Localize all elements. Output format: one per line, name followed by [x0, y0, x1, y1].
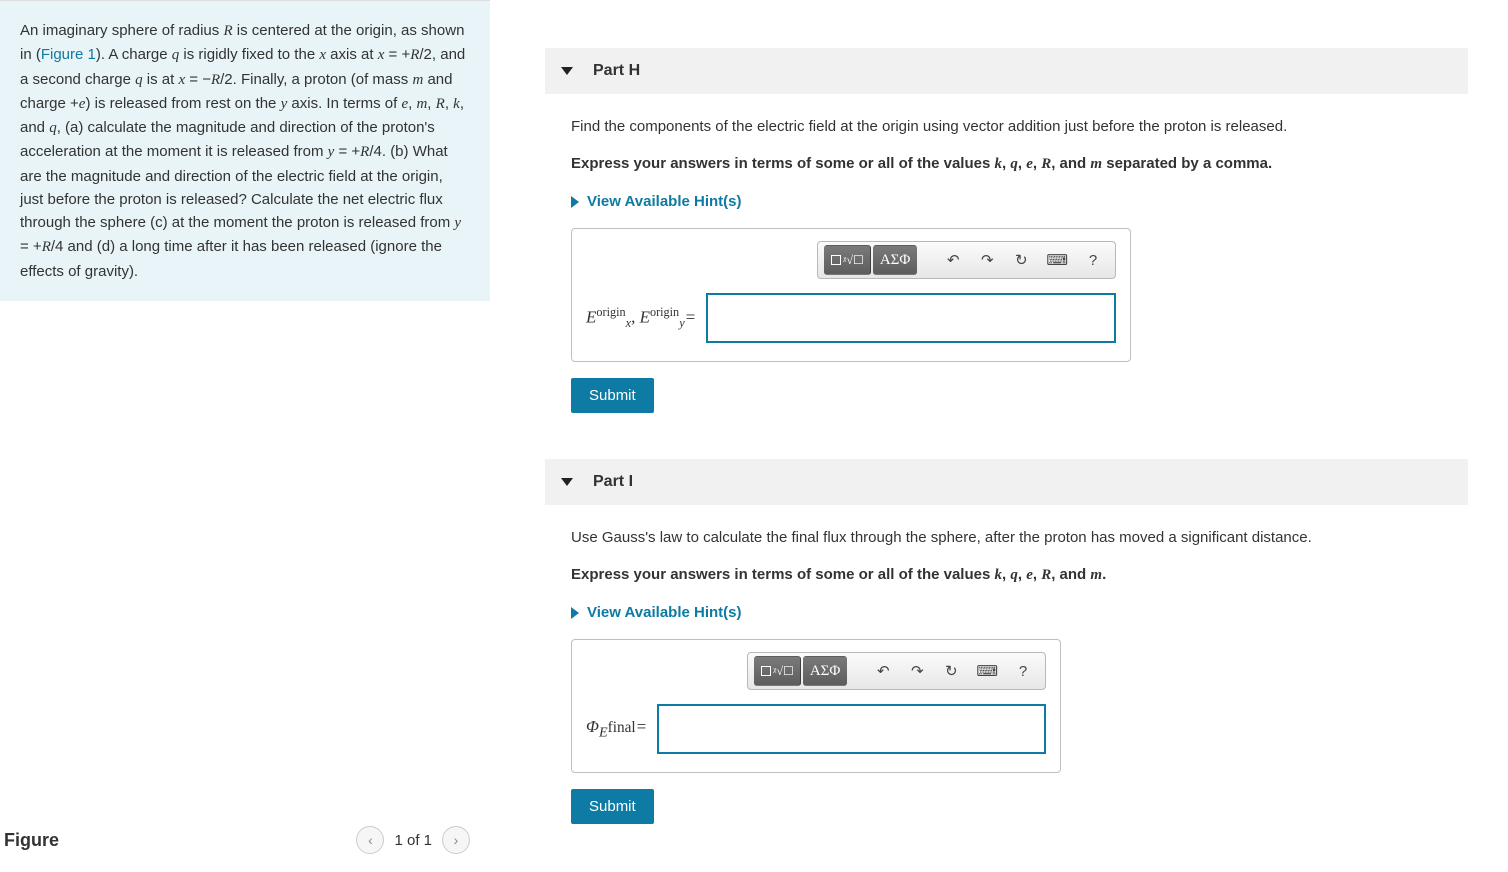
part-i-answer-input[interactable] [657, 704, 1046, 754]
part-i-answer-label: ΦEfinal= [586, 717, 657, 741]
redo-button[interactable]: ↷ [971, 245, 1003, 275]
equation-toolbar: ᵡ√☐ ΑΣΦ ↶ ↷ ↻ ⌨ ? [817, 241, 1116, 279]
right-panel: Part H Find the components of the electr… [490, 0, 1508, 872]
part-h-answer-input[interactable] [706, 293, 1116, 343]
part-i-submit-button[interactable]: Submit [571, 789, 654, 824]
figure-page-label: 1 of 1 [394, 832, 432, 849]
caret-down-icon [561, 478, 573, 486]
figure-pager: ‹ 1 of 1 › [356, 826, 470, 854]
part-i-title: Part I [593, 473, 633, 491]
part-i-answer-area: ᵡ√☐ ΑΣΦ ↶ ↷ ↻ ⌨ ? ΦEfinal= [571, 639, 1061, 773]
template-button[interactable]: ᵡ√☐ [754, 656, 801, 686]
figure-bar: Figure ‹ 1 of 1 › [0, 826, 490, 872]
figure-next-button[interactable]: › [442, 826, 470, 854]
part-h-title: Part H [593, 62, 640, 80]
caret-down-icon [561, 67, 573, 75]
undo-button[interactable]: ↶ [937, 245, 969, 275]
greek-button[interactable]: ΑΣΦ [873, 245, 918, 275]
caret-right-icon [571, 196, 579, 208]
part-i-header[interactable]: Part I [545, 459, 1468, 505]
part-h-instruction: Express your answers in terms of some or… [571, 153, 1442, 176]
hints-label: View Available Hint(s) [587, 604, 742, 621]
reset-button[interactable]: ↻ [935, 656, 967, 686]
part-i-hints-toggle[interactable]: View Available Hint(s) [571, 604, 742, 621]
reset-button[interactable]: ↻ [1005, 245, 1037, 275]
hints-label: View Available Hint(s) [587, 193, 742, 210]
problem-statement: An imaginary sphere of radius R is cente… [0, 1, 490, 301]
part-i: Part I Use Gauss's law to calculate the … [545, 459, 1468, 830]
part-h-prompt: Find the components of the electric fiel… [571, 116, 1442, 139]
equation-toolbar: ᵡ√☐ ΑΣΦ ↶ ↷ ↻ ⌨ ? [747, 652, 1046, 690]
part-h: Part H Find the components of the electr… [545, 48, 1468, 419]
part-h-answer-label: Eoriginx, Eoriginy= [586, 305, 706, 331]
help-button[interactable]: ? [1007, 656, 1039, 686]
figure-prev-button[interactable]: ‹ [356, 826, 384, 854]
help-button[interactable]: ? [1077, 245, 1109, 275]
part-h-body: Find the components of the electric fiel… [545, 94, 1468, 419]
left-panel: An imaginary sphere of radius R is cente… [0, 0, 490, 872]
undo-button[interactable]: ↶ [867, 656, 899, 686]
part-h-header[interactable]: Part H [545, 48, 1468, 94]
part-i-instruction: Express your answers in terms of some or… [571, 564, 1442, 587]
part-h-submit-button[interactable]: Submit [571, 378, 654, 413]
redo-button[interactable]: ↷ [901, 656, 933, 686]
keyboard-button[interactable]: ⌨ [1039, 245, 1075, 275]
caret-right-icon [571, 607, 579, 619]
part-i-body: Use Gauss's law to calculate the final f… [545, 505, 1468, 830]
figure-heading: Figure [4, 830, 59, 851]
keyboard-button[interactable]: ⌨ [969, 656, 1005, 686]
part-i-prompt: Use Gauss's law to calculate the final f… [571, 527, 1442, 550]
part-h-hints-toggle[interactable]: View Available Hint(s) [571, 193, 742, 210]
template-button[interactable]: ᵡ√☐ [824, 245, 871, 275]
part-h-answer-area: ᵡ√☐ ΑΣΦ ↶ ↷ ↻ ⌨ ? Eoriginx, Eoriginy= [571, 228, 1131, 362]
greek-button[interactable]: ΑΣΦ [803, 656, 848, 686]
